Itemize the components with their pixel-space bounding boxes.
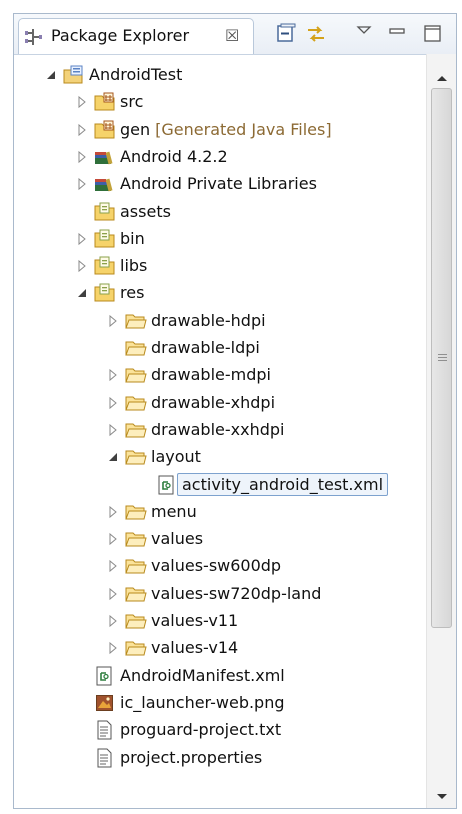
tree-item-label: gen [Generated Java Files] bbox=[120, 119, 332, 139]
collapsed-arrow-icon[interactable] bbox=[107, 613, 119, 629]
folder-icon bbox=[125, 502, 147, 522]
source-folder-icon bbox=[94, 92, 116, 112]
tree-item-label: proguard-project.txt bbox=[120, 720, 282, 740]
tree-item-label: Android 4.2.2 bbox=[120, 146, 228, 166]
xml-file-icon bbox=[156, 475, 178, 495]
package-folder-icon bbox=[94, 256, 116, 276]
collapsed-arrow-icon[interactable] bbox=[76, 94, 88, 110]
tree-item-label: activity_android_test.xml bbox=[177, 472, 389, 496]
expanded-arrow-icon[interactable] bbox=[45, 67, 57, 83]
tree-item-label: Android Private Libraries bbox=[120, 174, 317, 194]
view-menu-icon[interactable] bbox=[354, 23, 376, 45]
tree-item-label: drawable-xhdpi bbox=[151, 392, 276, 412]
tree-item-label: assets bbox=[120, 201, 171, 221]
collapsed-arrow-icon[interactable] bbox=[76, 231, 88, 247]
project-icon bbox=[63, 65, 85, 85]
tab-package-explorer[interactable]: Package Explorer ☒ bbox=[18, 18, 254, 54]
folder-icon bbox=[125, 584, 147, 604]
tree-item-label: values-sw720dp-land bbox=[151, 583, 322, 603]
tree-item-label: ic_launcher-web.png bbox=[120, 692, 285, 712]
tree-item-label: bin bbox=[120, 228, 145, 248]
collapsed-arrow-icon[interactable] bbox=[107, 586, 119, 602]
package-explorer-view: Package Explorer ☒ AndroidTest src gen [… bbox=[13, 13, 457, 809]
folder-icon bbox=[125, 420, 147, 440]
library-icon bbox=[94, 174, 116, 194]
minimize-icon[interactable] bbox=[387, 23, 409, 45]
tab-close-button[interactable]: ☒ bbox=[225, 26, 239, 45]
tree-item-label: AndroidTest bbox=[89, 65, 183, 84]
collapsed-arrow-icon[interactable] bbox=[107, 531, 119, 547]
view-tab-bar: Package Explorer ☒ bbox=[14, 14, 456, 55]
library-icon bbox=[94, 147, 116, 167]
expanded-arrow-icon[interactable] bbox=[76, 285, 88, 301]
tree-item-label: drawable-xxhdpi bbox=[151, 419, 285, 439]
text-file-icon bbox=[94, 720, 116, 740]
package-folder-icon bbox=[94, 229, 116, 249]
maximize-icon[interactable] bbox=[422, 23, 444, 45]
tree-item-label: drawable-ldpi bbox=[151, 338, 260, 357]
vertical-scrollbar[interactable] bbox=[426, 54, 456, 808]
tree-item-label: values-sw600dp bbox=[151, 556, 282, 576]
package-folder-icon bbox=[94, 283, 116, 303]
collapsed-arrow-icon[interactable] bbox=[107, 367, 119, 383]
folder-icon bbox=[125, 638, 147, 658]
tree-item-label: libs bbox=[120, 256, 148, 276]
tree-item-decoration: [Generated Java Files] bbox=[155, 119, 332, 139]
tree-item-label: menu bbox=[151, 501, 197, 521]
text-file-icon bbox=[94, 748, 116, 768]
source-folder-icon bbox=[94, 120, 116, 140]
tree-item-label: res bbox=[120, 283, 145, 303]
scroll-up-icon[interactable] bbox=[435, 68, 449, 81]
tree-item-label: drawable-mdpi bbox=[151, 365, 271, 385]
image-file-icon bbox=[94, 693, 116, 713]
project-tree: AndroidTest src gen [Generated Java Files] A… bbox=[14, 54, 426, 808]
tree-item-label: drawable-hdpi bbox=[151, 310, 266, 330]
collapsed-arrow-icon[interactable] bbox=[76, 176, 88, 192]
collapsed-arrow-icon[interactable] bbox=[76, 149, 88, 165]
package-explorer-icon bbox=[25, 28, 43, 50]
collapsed-arrow-icon[interactable] bbox=[107, 313, 119, 329]
folder-icon bbox=[125, 311, 147, 331]
folder-icon bbox=[125, 338, 147, 358]
link-with-editor-icon[interactable] bbox=[305, 23, 327, 45]
folder-icon bbox=[125, 529, 147, 549]
collapsed-arrow-icon[interactable] bbox=[107, 422, 119, 438]
tree-item-label: layout bbox=[151, 447, 201, 467]
collapsed-arrow-icon[interactable] bbox=[107, 640, 119, 656]
folder-icon bbox=[125, 365, 147, 385]
collapsed-arrow-icon[interactable] bbox=[107, 395, 119, 411]
expanded-arrow-icon[interactable] bbox=[107, 449, 119, 465]
scroll-down-icon[interactable] bbox=[435, 787, 449, 799]
collapsed-arrow-icon[interactable] bbox=[107, 558, 119, 574]
folder-icon bbox=[125, 393, 147, 413]
collapsed-arrow-icon[interactable] bbox=[107, 504, 119, 520]
tree-item-label: values bbox=[151, 529, 204, 549]
folder-icon bbox=[125, 611, 147, 631]
tree-item-label: project.properties bbox=[120, 747, 263, 767]
xml-file-icon bbox=[94, 666, 116, 686]
folder-icon bbox=[125, 447, 147, 467]
scrollbar-thumb[interactable] bbox=[431, 88, 452, 628]
folder-icon bbox=[125, 556, 147, 576]
collapse-all-icon[interactable] bbox=[275, 23, 297, 45]
package-folder-icon bbox=[94, 202, 116, 222]
tree-item-label: AndroidManifest.xml bbox=[120, 665, 285, 685]
tree-item-label: values-v14 bbox=[151, 638, 239, 658]
tree-item-label: values-v11 bbox=[151, 611, 239, 630]
tab-title: Package Explorer bbox=[51, 26, 190, 45]
collapsed-arrow-icon[interactable] bbox=[76, 122, 88, 138]
tree-item-label: src bbox=[120, 92, 144, 112]
collapsed-arrow-icon[interactable] bbox=[76, 258, 88, 274]
